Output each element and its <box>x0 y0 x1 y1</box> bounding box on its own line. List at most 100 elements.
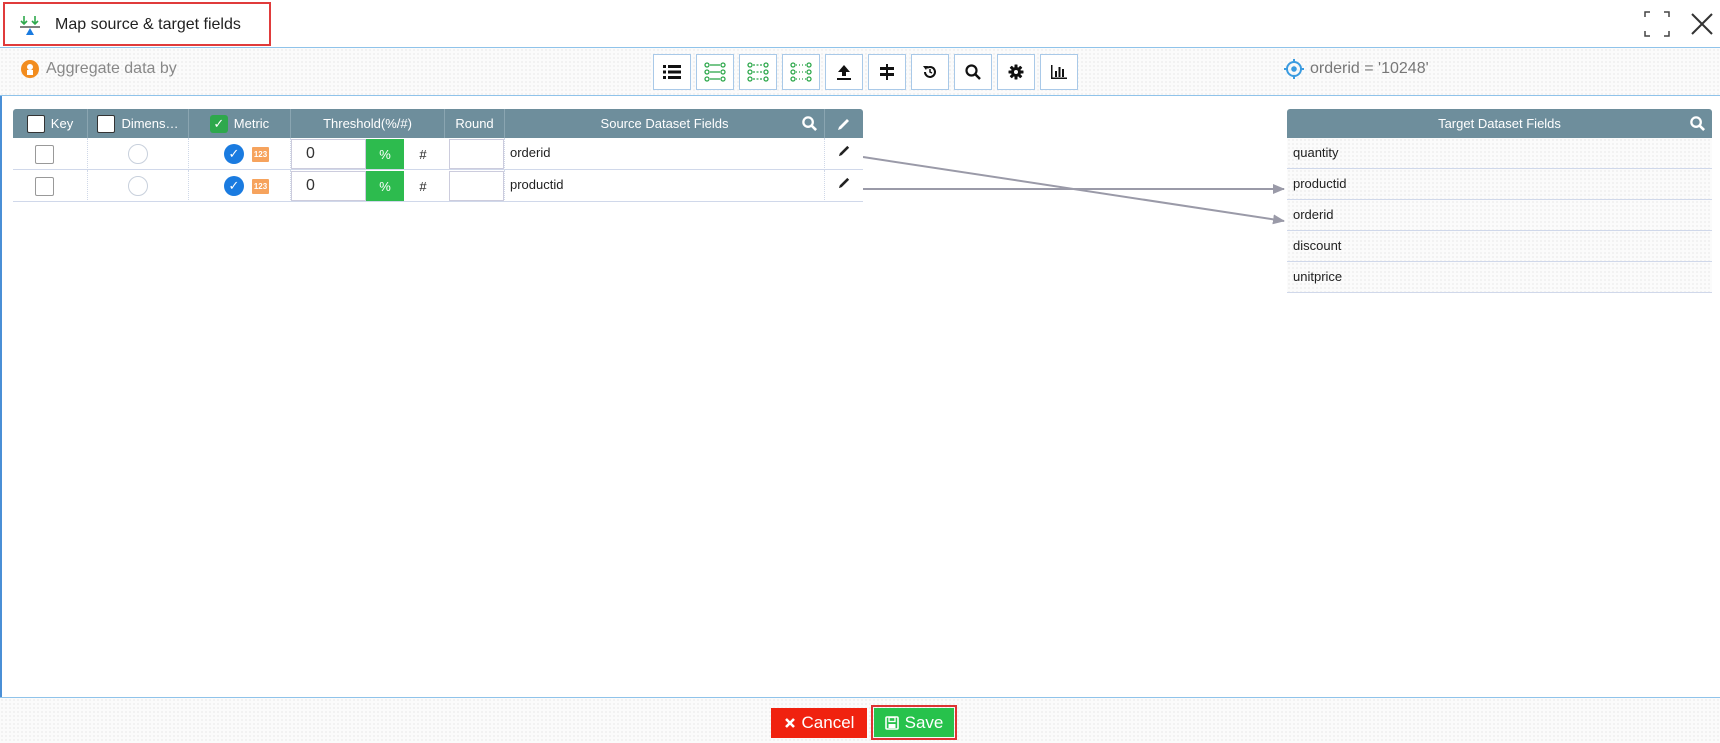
close-icon[interactable] <box>1688 10 1716 38</box>
search-icon[interactable] <box>1689 115 1706 132</box>
key-column-label: Key <box>50 116 74 131</box>
map-clear-icon <box>790 62 812 82</box>
target-fields-column-header: Target Dataset Fields <box>1287 109 1712 138</box>
dimension-column-label: Dimens… <box>121 116 179 131</box>
target-crosshair-icon <box>1284 59 1304 79</box>
metric-checked-icon[interactable]: ✓ <box>224 144 244 164</box>
round-input[interactable] <box>449 171 504 201</box>
target-field[interactable]: productid <box>1287 169 1712 200</box>
aggregate-by[interactable]: Aggregate data by <box>20 59 177 79</box>
target-field[interactable]: orderid <box>1287 200 1712 231</box>
dimension-select-all-checkbox[interactable] <box>97 114 116 133</box>
save-button[interactable]: Save <box>874 708 954 737</box>
threshold-cell: 0 % # <box>291 170 445 202</box>
target-fields-column-label: Target Dataset Fields <box>1438 116 1561 131</box>
split-button[interactable] <box>868 54 906 90</box>
hash-toggle[interactable]: # <box>404 171 442 201</box>
window-edge <box>0 0 2 743</box>
source-row: ✓ 123 0 % # orderid <box>13 138 863 170</box>
auto-map-button[interactable] <box>739 54 777 90</box>
map-fields-icon <box>20 16 40 35</box>
percent-toggle[interactable]: % <box>366 139 404 169</box>
target-field[interactable]: discount <box>1287 231 1712 262</box>
settings-button[interactable] <box>997 54 1035 90</box>
cancel-button[interactable]: Cancel <box>771 708 867 738</box>
pencil-icon <box>838 177 849 189</box>
numeric-type-icon: 123 <box>252 178 269 194</box>
window-title: Map source & target fields <box>55 16 241 33</box>
round-column-label: Round <box>455 116 494 131</box>
source-grid-header: Key Dimens… ✓ Metric Threshold(%/#) Roun… <box>13 109 863 138</box>
toolbar-buttons <box>653 54 1078 90</box>
reset-button[interactable] <box>911 54 949 90</box>
search-button[interactable] <box>954 54 992 90</box>
title-bar: Map source & target fields <box>0 0 1720 48</box>
metric-cell: ✓ 123 <box>189 170 291 202</box>
round-column-header: Round <box>445 109 505 138</box>
pencil-icon <box>838 118 849 130</box>
metric-select-all-checkbox[interactable]: ✓ <box>209 114 228 133</box>
map-list-button[interactable] <box>696 54 734 90</box>
title-box: Map source & target fields <box>3 2 271 46</box>
list-view-button[interactable] <box>653 54 691 90</box>
clear-map-button[interactable] <box>782 54 820 90</box>
round-input[interactable] <box>449 139 504 169</box>
target-field[interactable]: unitprice <box>1287 262 1712 293</box>
filter-text: orderid = '10248' <box>1310 60 1429 77</box>
maximize-icon[interactable] <box>1643 10 1671 38</box>
mapping-line-orderid[interactable] <box>862 156 1285 225</box>
map-auto-icon <box>747 62 769 82</box>
dimension-cell <box>88 138 189 170</box>
upload-icon <box>837 65 851 80</box>
dimension-radio[interactable] <box>128 144 148 164</box>
edit-column-header[interactable] <box>825 109 863 138</box>
close-icon <box>784 718 795 728</box>
cancel-label: Cancel <box>801 713 855 732</box>
save-button-frame: Save <box>871 705 957 740</box>
key-checkbox[interactable] <box>34 144 54 164</box>
floppy-disk-icon <box>884 715 899 730</box>
chart-button[interactable] <box>1040 54 1078 90</box>
metric-checked-icon[interactable]: ✓ <box>224 176 244 196</box>
search-icon[interactable] <box>801 115 818 132</box>
threshold-input[interactable]: 0 <box>291 171 366 201</box>
split-icon <box>880 64 894 80</box>
threshold-column-label: Threshold(%/#) <box>323 116 412 131</box>
threshold-column-header: Threshold(%/#) <box>291 109 445 138</box>
round-cell <box>445 170 505 202</box>
edit-cell[interactable] <box>825 138 863 170</box>
metric-column-header[interactable]: ✓ Metric <box>189 109 291 138</box>
pencil-icon <box>838 145 849 157</box>
round-cell <box>445 138 505 170</box>
dimension-column-header[interactable]: Dimens… <box>88 109 189 138</box>
source-row: ✓ 123 0 % # productid <box>13 170 863 202</box>
threshold-cell: 0 % # <box>291 138 445 170</box>
source-grid: Key Dimens… ✓ Metric Threshold(%/#) Roun… <box>13 109 863 202</box>
upload-button[interactable] <box>825 54 863 90</box>
metric-cell: ✓ 123 <box>189 138 291 170</box>
key-column-header[interactable]: Key <box>13 109 88 138</box>
percent-toggle[interactable]: % <box>366 171 404 201</box>
target-field[interactable]: quantity <box>1287 138 1712 169</box>
row-filter[interactable]: orderid = '10248' <box>1284 59 1429 79</box>
dimension-radio[interactable] <box>128 176 148 196</box>
key-checkbox[interactable] <box>34 176 54 196</box>
metric-column-label: Metric <box>233 116 270 131</box>
aggregate-label: Aggregate data by <box>46 60 177 77</box>
source-field-name[interactable]: orderid <box>505 138 825 170</box>
chart-icon <box>1051 65 1067 79</box>
map-list-icon <box>704 62 726 82</box>
key-select-all-checkbox[interactable] <box>26 114 45 133</box>
target-grid: Target Dataset Fields quantity productid… <box>1287 109 1712 293</box>
dialog-footer: Cancel Save <box>0 697 1720 743</box>
aggregate-icon <box>21 60 39 78</box>
settings-icon <box>1008 64 1024 80</box>
edit-cell[interactable] <box>825 170 863 202</box>
source-field-name[interactable]: productid <box>505 170 825 202</box>
source-fields-column-label: Source Dataset Fields <box>600 116 729 131</box>
source-fields-column-header: Source Dataset Fields <box>505 109 825 138</box>
hash-toggle[interactable]: # <box>404 139 442 169</box>
threshold-input[interactable]: 0 <box>291 139 366 169</box>
toolbar-row: Aggregate data by orderid = '10248' <box>0 48 1720 96</box>
search-icon <box>965 64 981 80</box>
